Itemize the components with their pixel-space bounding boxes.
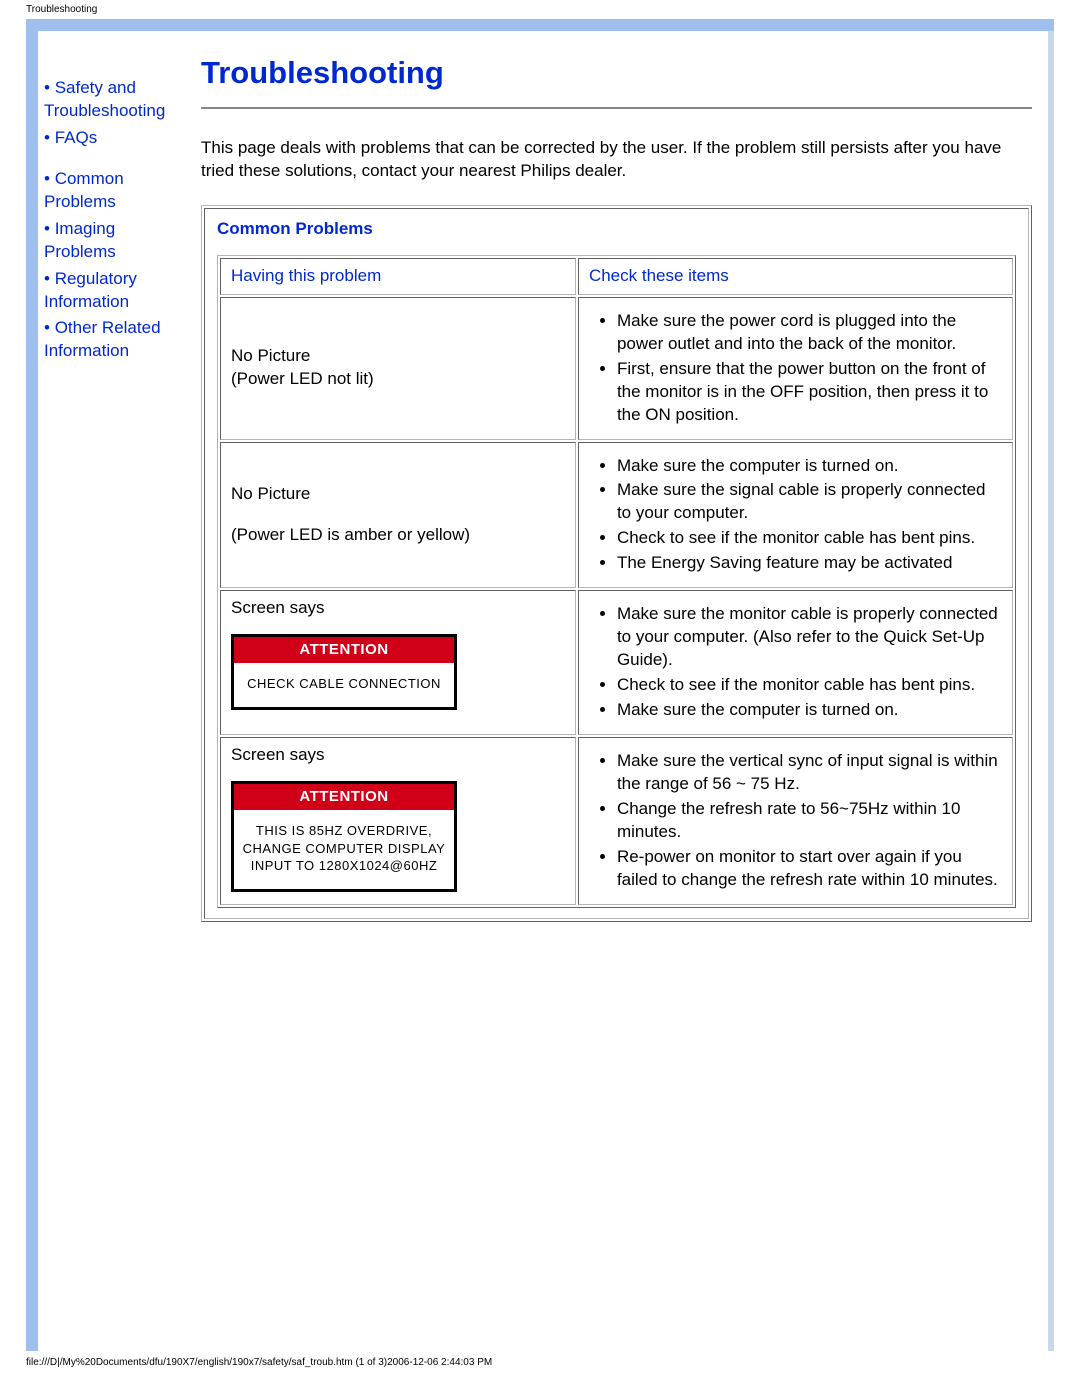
problem-cell: Screen says ATTENTION CHECK CABLE CONNEC… xyxy=(220,590,576,735)
problem-line: (Power LED is amber or yellow) xyxy=(231,524,565,547)
common-problems-table: Common Problems Having this problem Chec… xyxy=(201,205,1032,922)
col-header-problem: Having this problem xyxy=(220,258,576,295)
check-cell: Make sure the monitor cable is properly … xyxy=(578,590,1013,735)
horizontal-rule xyxy=(201,107,1032,109)
check-cell: Make sure the power cord is plugged into… xyxy=(578,297,1013,440)
sidebar-item-other[interactable]: • Other Related Information xyxy=(44,317,179,363)
problems-grid: Having this problem Check these items No… xyxy=(217,255,1016,908)
page-title: Troubleshooting xyxy=(201,55,1032,91)
attention-body: THIS IS 85HZ OVERDRIVE, CHANGE COMPUTER … xyxy=(234,810,454,889)
page-outer: • Safety and Troubleshooting • FAQs • Co… xyxy=(26,19,1054,1351)
check-item: Re-power on monitor to start over again … xyxy=(617,846,1002,892)
table-row: Screen says ATTENTION THIS IS 85HZ OVERD… xyxy=(220,737,1013,905)
window-title: Troubleshooting xyxy=(0,0,1080,19)
problem-cell: Screen says ATTENTION THIS IS 85HZ OVERD… xyxy=(220,737,576,905)
main-content: Troubleshooting This page deals with pro… xyxy=(183,31,1054,922)
table-row: Screen says ATTENTION CHECK CABLE CONNEC… xyxy=(220,590,1013,735)
check-cell: Make sure the vertical sync of input sig… xyxy=(578,737,1013,905)
sidebar-item-faqs[interactable]: • FAQs xyxy=(44,127,179,150)
attention-box: ATTENTION THIS IS 85HZ OVERDRIVE, CHANGE… xyxy=(231,781,457,892)
table-row: No Picture (Power LED is amber or yellow… xyxy=(220,442,1013,589)
sidebar-item-safety[interactable]: • Safety and Troubleshooting xyxy=(44,77,179,123)
attention-body: CHECK CABLE CONNECTION xyxy=(234,663,454,707)
sidebar-link[interactable]: Common Problems xyxy=(44,169,124,211)
check-item: Make sure the monitor cable is properly … xyxy=(617,603,1002,672)
sidebar-item-common[interactable]: • Common Problems xyxy=(44,168,179,214)
attention-box: ATTENTION CHECK CABLE CONNECTION xyxy=(231,634,457,710)
check-item: Check to see if the monitor cable has be… xyxy=(617,527,1002,550)
sidebar-link[interactable]: Safety and Troubleshooting xyxy=(44,78,165,120)
section-title: Common Problems xyxy=(217,219,1016,239)
attention-title: ATTENTION xyxy=(234,784,454,810)
check-item: Make sure the power cord is plugged into… xyxy=(617,310,1002,356)
sidebar-link[interactable]: Imaging Problems xyxy=(44,219,116,261)
sidebar-nav: • Safety and Troubleshooting • FAQs • Co… xyxy=(38,31,183,367)
check-item: Change the refresh rate to 56~75Hz withi… xyxy=(617,798,1002,844)
check-item: Make sure the computer is turned on. xyxy=(617,699,1002,722)
check-item: First, ensure that the power button on t… xyxy=(617,358,1002,427)
problem-cell: No Picture (Power LED is amber or yellow… xyxy=(220,442,576,589)
sidebar-item-imaging[interactable]: • Imaging Problems xyxy=(44,218,179,264)
check-item: Make sure the computer is turned on. xyxy=(617,455,1002,478)
problem-line: No Picture xyxy=(231,483,565,506)
sidebar-item-regulatory[interactable]: • Regulatory Information xyxy=(44,268,179,314)
check-item: Make sure the signal cable is properly c… xyxy=(617,479,1002,525)
check-cell: Make sure the computer is turned on. Mak… xyxy=(578,442,1013,589)
table-row: No Picture (Power LED not lit) Make sure… xyxy=(220,297,1013,440)
sidebar-link[interactable]: Regulatory Information xyxy=(44,269,137,311)
problem-line: (Power LED not lit) xyxy=(231,368,565,391)
attention-title: ATTENTION xyxy=(234,637,454,663)
content-frame: • Safety and Troubleshooting • FAQs • Co… xyxy=(26,19,1054,1351)
header-row: Having this problem Check these items xyxy=(220,258,1013,295)
sidebar-link[interactable]: Other Related Information xyxy=(44,318,161,360)
problem-line: Screen says xyxy=(231,597,565,620)
problem-line: No Picture xyxy=(231,345,565,368)
scrollbar-stub[interactable] xyxy=(1048,31,1054,1351)
check-item: Check to see if the monitor cable has be… xyxy=(617,674,1002,697)
check-item: Make sure the vertical sync of input sig… xyxy=(617,750,1002,796)
footer-path: file:///D|/My%20Documents/dfu/190X7/engl… xyxy=(0,1351,1080,1376)
intro-paragraph: This page deals with problems that can b… xyxy=(201,137,1032,183)
col-header-check: Check these items xyxy=(578,258,1013,295)
sidebar-link[interactable]: FAQs xyxy=(55,128,98,147)
problem-cell: No Picture (Power LED not lit) xyxy=(220,297,576,440)
problem-line: Screen says xyxy=(231,744,565,767)
check-item: The Energy Saving feature may be activat… xyxy=(617,552,1002,575)
